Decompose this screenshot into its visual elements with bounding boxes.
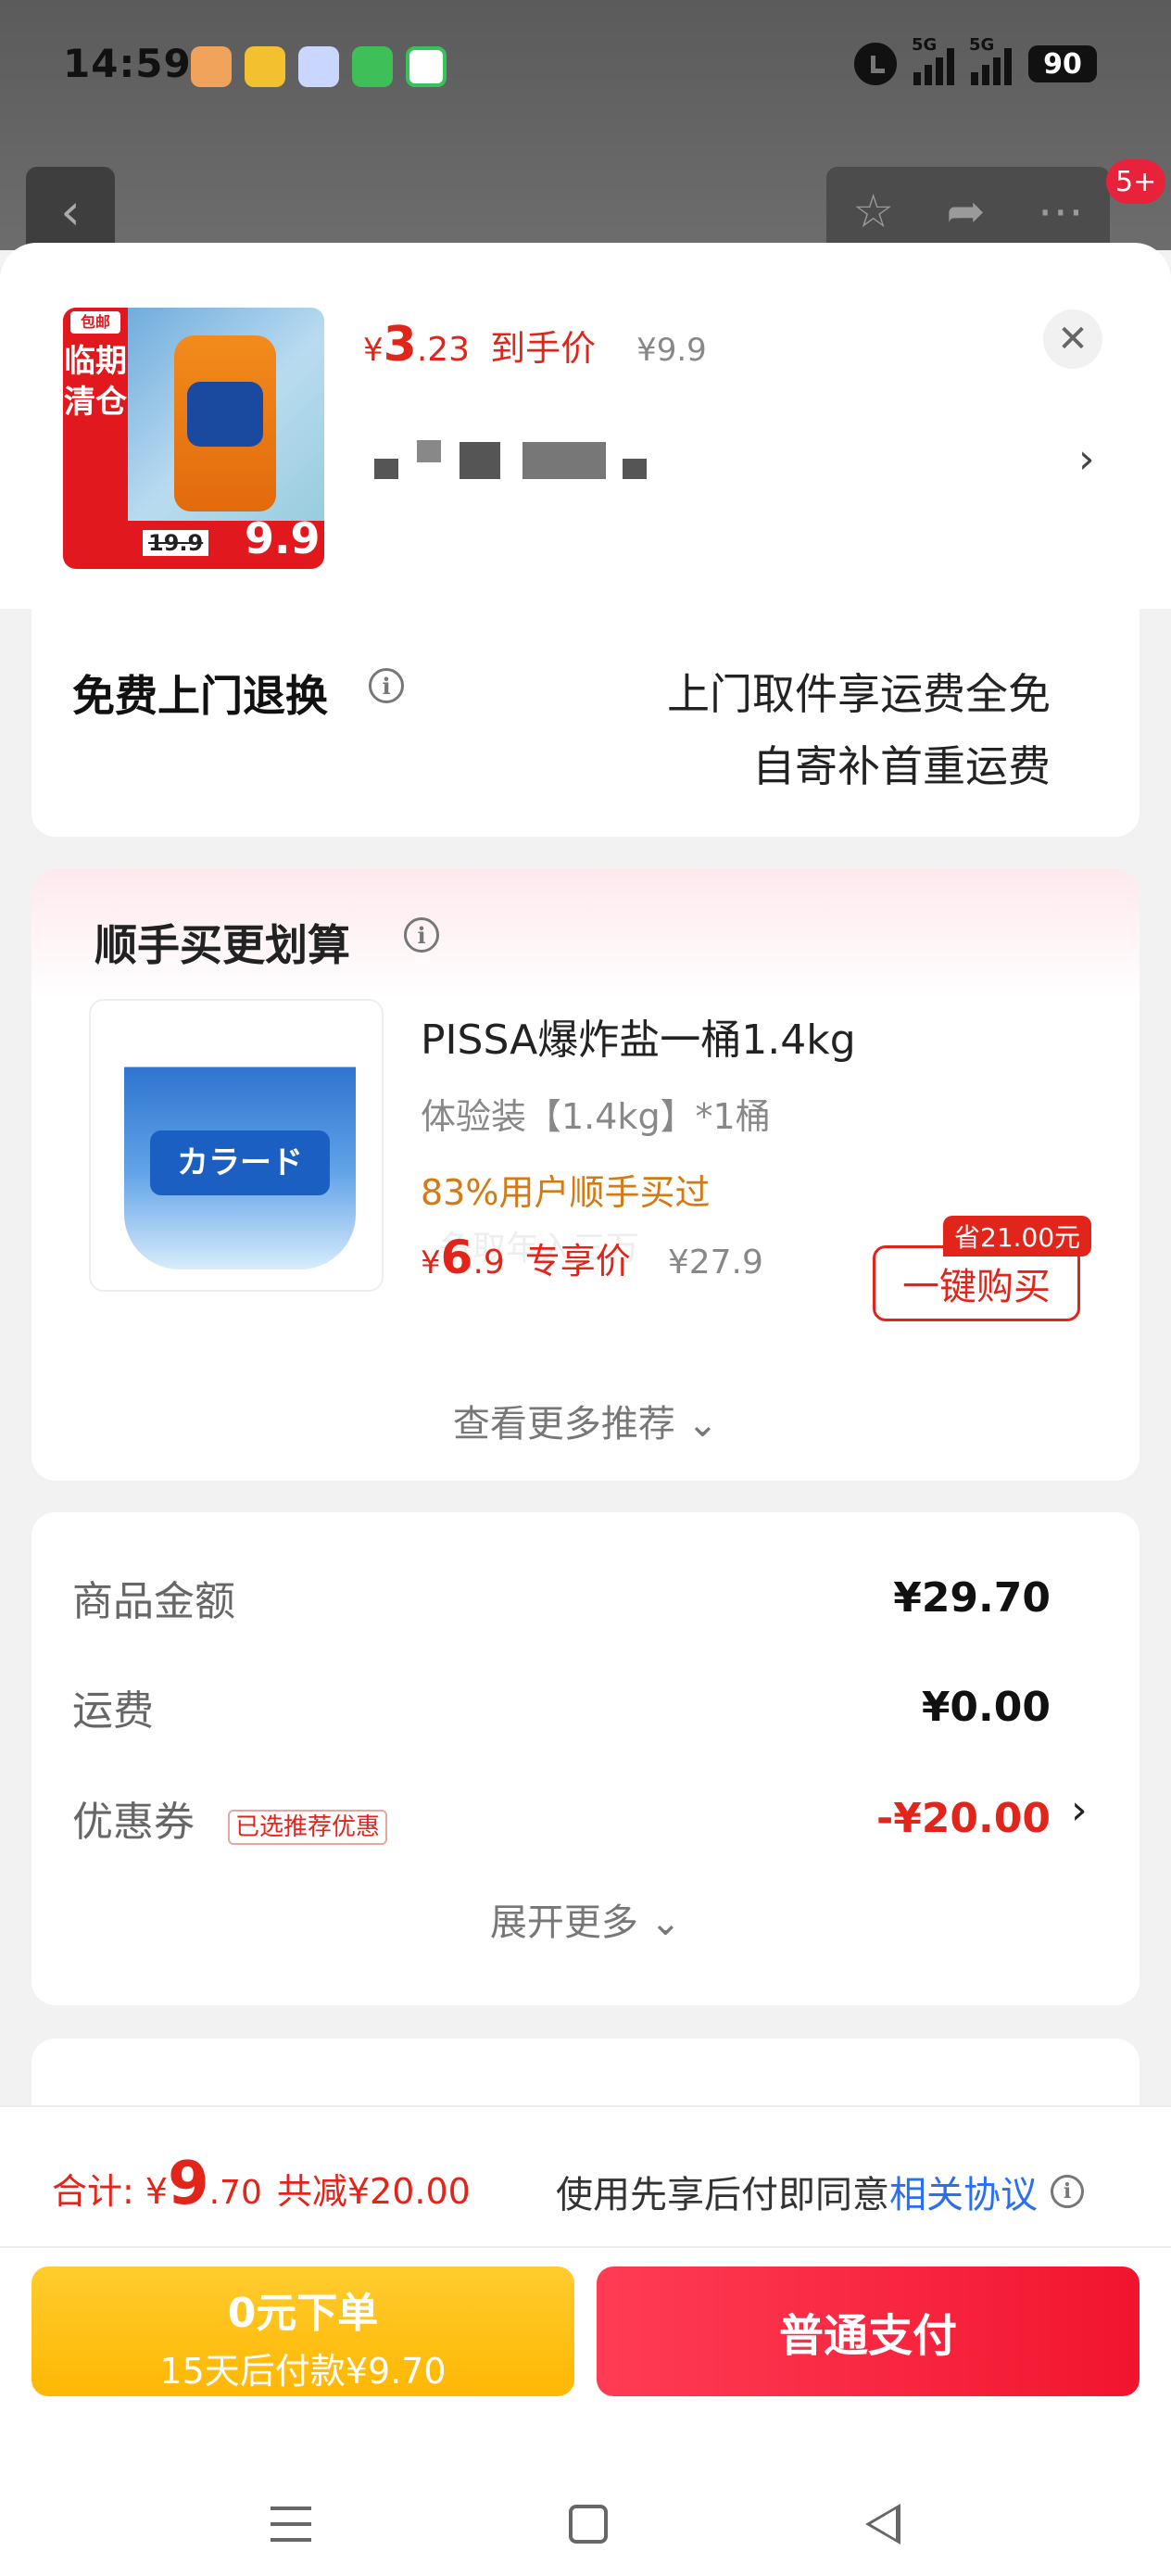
zero-down-subtitle: 15天后付款¥9.70	[159, 2351, 447, 2392]
divider	[0, 2246, 1171, 2248]
exclusive-price-label: 专享价	[524, 1241, 631, 1282]
return-self-send-text: 自寄补首重运费	[752, 741, 1051, 791]
product-thumbnail[interactable]: 包邮 临期清仓 19.9 9.9	[63, 308, 324, 569]
see-more-recommendations[interactable]: 查看更多推荐 ⌄	[31, 1394, 1140, 1447]
app-icon-5	[406, 46, 447, 87]
chevron-right-icon[interactable]: ›	[1078, 436, 1095, 483]
close-icon: ✕	[1057, 318, 1089, 360]
free-return-section: 免费上门退换 i 上门取件享运费全免 自寄补首重运费	[31, 607, 1140, 837]
tub-illustration: カラード	[124, 1029, 356, 1269]
weibo-icon	[245, 46, 285, 87]
savings-tag: 省21.00元	[943, 1216, 1092, 1256]
shipping-label: 运费	[72, 1687, 154, 1735]
price-integer: 3	[383, 317, 417, 373]
system-icons: 5G 5G 90	[854, 35, 1097, 85]
total-price: 合计: ¥ 9 .70 共减¥20.00	[52, 2150, 471, 2218]
close-button[interactable]: ✕	[1043, 309, 1102, 369]
bottle-illustration	[174, 335, 276, 511]
goods-amount-value: ¥29.70	[893, 1573, 1051, 1622]
home-icon[interactable]	[569, 2505, 608, 2544]
coupon-row[interactable]: 优惠券 已选推荐优惠 -¥20.00	[72, 1788, 1051, 1848]
checkout-bar: 合计: ¥ 9 .70 共减¥20.00 使用先享后付即同意 相关协议 i 0元…	[0, 2105, 1171, 2576]
recommended-price-row: ¥ 6 .9 专享价 ¥27.9	[421, 1231, 763, 1284]
price-decimal: .9	[472, 1244, 505, 1282]
recommended-product-image[interactable]: カラード	[89, 999, 384, 1292]
free-return-title: 免费上门退换	[72, 671, 328, 721]
share-icon[interactable]: ➦	[946, 184, 985, 238]
payment-agreement: 使用先享后付即同意 相关协议 i	[556, 2165, 1084, 2218]
original-price: ¥9.9	[636, 332, 707, 369]
signal-icon-2: 5G	[969, 35, 1012, 85]
info-icon[interactable]: i	[1051, 2175, 1084, 2208]
price-integer: 6	[440, 1231, 473, 1284]
more-icon[interactable]: ⋯	[1038, 184, 1084, 238]
zero-down-title: 0元下单	[227, 2290, 379, 2337]
agreement-text: 使用先享后付即同意	[556, 2174, 889, 2216]
one-click-buy-button[interactable]: 一键购买	[873, 1245, 1080, 1321]
zero-down-order-button[interactable]: 0元下单 15天后付款¥9.70	[31, 2267, 574, 2396]
message-count-badge: 5+	[1106, 159, 1166, 204]
final-price-label: 到手价	[490, 328, 597, 369]
product-header: 包邮 临期清仓 19.9 9.9 ¥ 3 .23 到手价 ¥9.9 ✕ ›	[0, 243, 1171, 609]
app-icon-1	[191, 46, 232, 87]
system-navigation-bar	[0, 2470, 1171, 2576]
total-integer: 9	[168, 2150, 209, 2218]
add-on-recommendation: 顺手买更划算 i カラード PISSA爆炸盐一桶1.4kg 体验装【1.4kg】…	[31, 869, 1140, 1481]
status-time: 14:59	[63, 41, 192, 86]
total-reduction: 共减¥20.00	[276, 2171, 471, 2212]
info-icon[interactable]: i	[369, 668, 404, 703]
shipping-row: 运费 ¥0.00	[72, 1677, 1051, 1736]
recommended-product-spec: 体验装【1.4kg】*1桶	[421, 1096, 771, 1137]
thumb-old-price: 19.9	[143, 530, 209, 556]
free-shipping-tag: 包邮	[70, 311, 120, 334]
buy-rate-text: 83%用户顺手买过	[421, 1172, 711, 1213]
notification-app-icons	[191, 46, 447, 87]
alarm-icon	[854, 43, 897, 85]
currency-symbol: ¥	[363, 332, 384, 369]
shipping-value: ¥0.00	[921, 1683, 1051, 1731]
currency-symbol: ¥	[421, 1244, 441, 1282]
app-icon-3	[298, 46, 339, 87]
menu-icon[interactable]	[271, 2507, 311, 2542]
chevron-right-icon[interactable]: ›	[1071, 1787, 1088, 1834]
coupon-label: 优惠券	[72, 1799, 195, 1846]
normal-pay-button[interactable]: 普通支付	[597, 2267, 1140, 2396]
total-decimal: .70	[208, 2174, 262, 2212]
original-price: ¥27.9	[667, 1244, 763, 1282]
coupon-recommended-tag: 已选推荐优惠	[228, 1809, 388, 1845]
battery-icon: 90	[1028, 45, 1097, 82]
recommended-product-name[interactable]: PISSA爆炸盐一桶1.4kg	[421, 1006, 856, 1066]
coupon-label-group: 优惠券 已选推荐优惠	[72, 1788, 388, 1848]
clearance-text: 临期清仓	[64, 343, 127, 421]
expand-more[interactable]: 展开更多 ⌄	[31, 1892, 1140, 1946]
thumb-new-price: 9.9	[245, 513, 321, 563]
obscured-product-name	[374, 433, 652, 483]
return-pickup-text: 上门取件享运费全免	[667, 669, 1051, 719]
order-summary: 商品金额 ¥29.70 运费 ¥0.00 优惠券 已选推荐优惠 -¥20.00 …	[31, 1512, 1140, 2005]
favorite-star-icon[interactable]: ☆	[852, 184, 894, 238]
signal-label-1: 5G	[912, 35, 938, 55]
status-bar: 14:59 5G 5G 90	[0, 0, 1171, 130]
total-label: 合计: ¥	[52, 2171, 169, 2212]
clearance-side-label: 包邮 临期清仓	[63, 308, 128, 569]
coupon-value: -¥20.00	[875, 1794, 1051, 1842]
back-triangle-icon[interactable]	[865, 2504, 900, 2544]
final-price-row: ¥ 3 .23 到手价 ¥9.9	[363, 317, 707, 373]
agreement-link[interactable]: 相关协议	[889, 2165, 1038, 2218]
signal-label-2: 5G	[969, 35, 995, 55]
goods-amount-label: 商品金额	[72, 1578, 235, 1625]
info-icon[interactable]: i	[404, 917, 439, 953]
chevron-left-icon: ‹	[60, 182, 81, 241]
goods-amount-row: 商品金额 ¥29.70	[72, 1568, 1051, 1627]
signal-icon-1: 5G	[912, 35, 954, 85]
app-icon-4	[352, 46, 393, 87]
tub-label: カラード	[150, 1130, 330, 1195]
recommendation-title: 顺手买更划算	[94, 920, 350, 970]
price-decimal: .23	[416, 331, 471, 369]
